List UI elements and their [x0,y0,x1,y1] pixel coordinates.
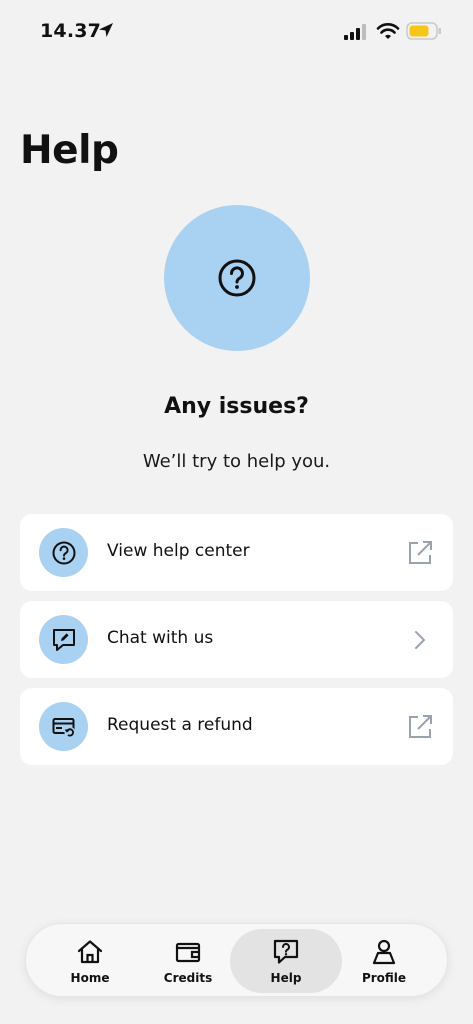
person-icon [372,939,396,964]
wallet-icon [175,942,201,962]
nav-home[interactable]: Home [34,929,146,993]
hero-illustration [164,205,310,351]
card-icon-circle [39,702,88,751]
nav-profile[interactable]: Profile [328,929,440,993]
chat-with-us-card[interactable]: Chat with us [20,601,453,678]
chat-edit-icon [52,628,75,651]
chevron-right-icon [405,625,435,655]
card-label: Chat with us [107,628,214,648]
bottom-navigation: Home Credits Help Profile [25,923,448,997]
nav-label: Credits [163,970,213,985]
nav-label: Help [270,970,302,985]
hero-title: Any issues? [164,394,309,419]
external-link-icon [405,712,435,742]
card-label: Request a refund [107,715,253,735]
nav-label: Home [70,970,110,985]
card-label: View help center [107,541,250,561]
request-refund-card[interactable]: Request a refund [20,688,453,765]
battery-icon [406,22,441,40]
status-time: 14.37 [40,20,102,42]
card-refund-icon [52,717,75,738]
nav-help[interactable]: Help [230,929,342,993]
view-help-center-card[interactable]: View help center [20,514,453,591]
card-icon-circle [39,528,88,577]
nav-credits[interactable]: Credits [132,929,244,993]
help-chat-icon [273,939,299,964]
cellular-signal-icon [344,24,366,40]
help-screen: 14.37 Help Any issues? We’ll try to help… [0,0,473,1024]
card-icon-circle [39,615,88,664]
nav-label: Profile [361,970,407,985]
status-bar: 14.37 [0,0,473,60]
external-link-icon [405,538,435,568]
page-title: Help [20,128,119,173]
question-circle-icon [218,259,256,297]
wifi-icon [376,23,400,39]
hero-subtitle: We’ll try to help you. [142,451,331,472]
location-arrow-icon [99,23,113,37]
question-circle-icon [52,541,75,564]
home-icon [77,939,103,963]
